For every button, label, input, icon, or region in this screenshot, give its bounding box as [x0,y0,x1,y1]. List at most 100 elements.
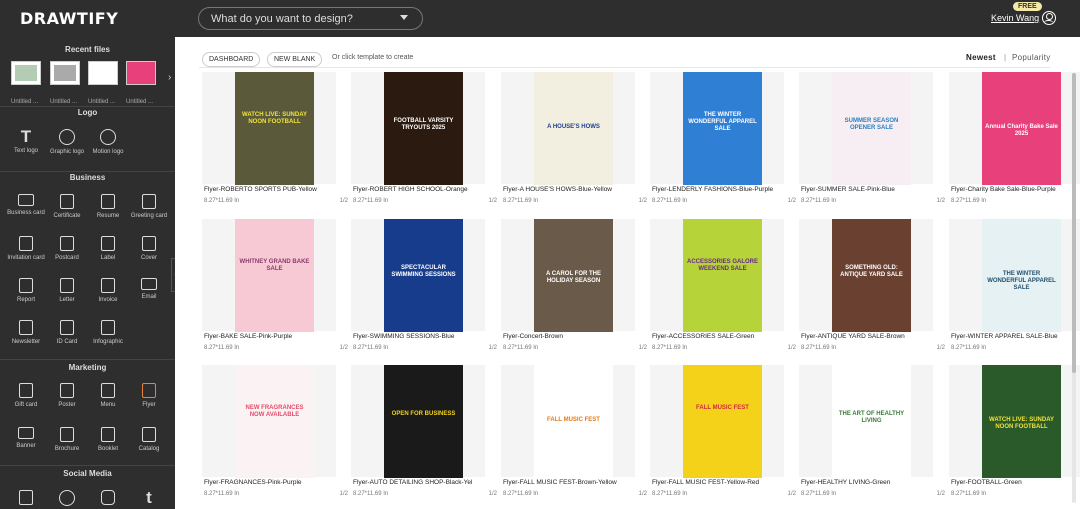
template-thumbnail[interactable]: THE WINTER WONDERFUL APPAREL SALE [982,219,1061,332]
template-thumbnail[interactable]: OPEN FOR BUSINESS [384,365,463,478]
divider [199,67,1050,68]
thumbnail-headline: SPECTACULAR SWIMMING SESSIONS [391,265,456,278]
template-pages: 1/2 [936,345,945,351]
tool-motion-logo[interactable]: Motion logo [88,129,128,155]
plan-badge: FREE [1013,2,1042,11]
template-pages: 1/2 [936,198,945,204]
template-card[interactable]: OPEN FOR BUSINESS Flyer-AUTO DETAILING SH… [351,365,497,497]
template-card[interactable]: WATCH LIVE: SUNDAY NOON FOOTBALL Flyer-RO… [202,72,348,204]
template-pages: 1/2 [936,491,945,497]
template-thumbnail[interactable]: WHITNEY GRAND BAKE SALE [235,219,314,332]
chevron-right-icon[interactable]: › [168,72,171,83]
recent-file-thumb[interactable] [11,61,41,85]
template-card[interactable]: NEW FRAGRANCES NOW AVAILABLE Flyer-FRAGNA… [202,365,348,497]
template-card[interactable]: Annual Charity Bake Sale 2025 Flyer-Chari… [949,72,1080,204]
template-card[interactable]: A HOUSE'S HOWS Flyer-A HOUSE'S HOWS-Blue-… [501,72,647,204]
template-name: Flyer-LENDERLY FASHIONS-Blue-Purple [652,186,774,193]
tool-id-card[interactable]: ID Card [47,320,87,345]
template-card[interactable]: SOMETHING OLD: ANTIQUE YARD SALE Flyer-AN… [799,219,945,351]
template-thumbnail[interactable]: A CAROL FOR THE HOLIDAY SEASON [534,219,613,332]
recent-file-thumb[interactable] [50,61,80,85]
new-blank-button[interactable]: NEW BLANK [267,52,323,67]
template-thumbnail[interactable]: THE ART OF HEALTHY LIVING [832,365,911,478]
template-thumbnail[interactable]: THE WINTER WONDERFUL APPAREL SALE [683,72,762,185]
sort-separator: | [1004,53,1007,62]
template-thumbnail[interactable]: NEW FRAGRANCES NOW AVAILABLE [235,365,314,478]
tool-menu[interactable]: Menu [88,383,128,408]
twitter-icon [59,490,75,506]
template-card[interactable]: SPECTACULAR SWIMMING SESSIONS Flyer-SWIMM… [351,219,497,351]
user-name-link[interactable]: Kevin Wang [991,13,1039,23]
tool-resume[interactable]: Resume [88,194,128,219]
template-card[interactable]: FALL MUSIC FEST Flyer-FALL MUSIC FEST-Bro… [501,365,647,497]
template-size: 8.27*11.69 In [353,198,389,204]
text-t-icon: T [20,127,32,146]
template-card[interactable]: THE WINTER WONDERFUL APPAREL SALE Flyer-L… [650,72,796,204]
tool-brochure[interactable]: Brochure [47,427,87,452]
template-pages: 1/2 [787,345,796,351]
newsletter-icon [19,320,33,335]
tool-booklet[interactable]: Booklet [88,427,128,452]
tool-catalog[interactable]: Catalog [129,427,169,452]
template-card[interactable]: FALL MUSIC FEST Flyer-FALL MUSIC FEST-Yel… [650,365,796,497]
template-card[interactable]: A CAROL FOR THE HOLIDAY SEASON Flyer-Conc… [501,219,647,351]
template-size: 8.27*11.69 In [801,198,837,204]
template-thumbnail[interactable]: SOMETHING OLD: ANTIQUE YARD SALE [832,219,911,332]
recent-file-thumb[interactable] [126,61,156,85]
template-card[interactable]: WHITNEY GRAND BAKE SALE Flyer-BAKE SALE-P… [202,219,348,351]
template-card[interactable]: FOOTBALL VARSITY TRYOUTS 2025 Flyer-ROBER… [351,72,497,204]
tool-infographic[interactable]: Infographic [88,320,128,345]
tool-flyer[interactable]: Flyer [129,383,169,408]
template-thumbnail[interactable]: SUMMER SEASON OPENER SALE [832,72,911,185]
template-card[interactable]: ACCESSORIES GALORE WEEKEND SALE Flyer-ACC… [650,219,796,351]
template-thumbnail[interactable]: FALL MUSIC FEST [534,365,613,478]
template-card[interactable]: WATCH LIVE: SUNDAY NOON FOOTBALL Flyer-FO… [949,365,1080,497]
tool-postcard[interactable]: Postcard [47,236,87,261]
dashboard-button[interactable]: DASHBOARD [202,52,261,67]
template-card[interactable]: SUMMER SEASON OPENER SALE Flyer-SUMMER SA… [799,72,945,204]
tool-invoice[interactable]: Invoice [88,278,128,303]
recent-file-thumb[interactable] [88,61,118,85]
letter-icon [60,278,74,293]
template-card[interactable]: THE ART OF HEALTHY LIVING Flyer-HEALTHY L… [799,365,945,497]
scrollbar-thumb[interactable] [1072,73,1076,373]
tool-graphic-logo[interactable]: Graphic logo [47,129,87,155]
tool-cover[interactable]: Cover [129,236,169,261]
recent-file-label: Untitled ... [11,99,39,105]
design-search-dropdown[interactable]: What do you want to design? [198,7,423,30]
template-size: 8.27*11.69 In [801,345,837,351]
tool-greeting-card[interactable]: Greeting card [129,194,169,219]
tool-report[interactable]: Report [6,278,46,303]
tool-instagram[interactable] [88,490,128,509]
template-thumbnail[interactable]: WATCH LIVE: SUNDAY NOON FOOTBALL [235,72,314,185]
tool-letter[interactable]: Letter [47,278,87,303]
template-thumbnail[interactable]: WATCH LIVE: SUNDAY NOON FOOTBALL [982,365,1061,478]
brochure-icon [60,427,74,442]
template-thumbnail[interactable]: ACCESSORIES GALORE WEEKEND SALE [683,219,762,332]
tool-newsletter[interactable]: Newsletter [6,320,46,345]
template-name: Flyer-SWIMMING SESSIONS-Blue [353,333,455,340]
tool-certificate[interactable]: Certificate [47,194,87,219]
template-thumbnail[interactable]: Annual Charity Bake Sale 2025 [982,72,1061,185]
template-card[interactable]: THE WINTER WONDERFUL APPAREL SALE Flyer-W… [949,219,1080,351]
tool-text-logo[interactable]: T Text logo [6,127,46,154]
tool-facebook[interactable] [6,490,46,509]
template-thumbnail[interactable]: A HOUSE'S HOWS [534,72,613,185]
template-thumbnail[interactable]: FOOTBALL VARSITY TRYOUTS 2025 [384,72,463,185]
tool-poster[interactable]: Poster [47,383,87,408]
sort-popularity[interactable]: Popularity [1012,53,1051,62]
tool-label[interactable]: Label [88,236,128,261]
recent-file-label: Untitled ... [50,99,78,105]
sort-newest[interactable]: Newest [966,53,996,62]
app-logo[interactable]: DRAWTIFY [20,9,118,28]
user-account-icon[interactable] [1042,11,1056,25]
tool-twitter[interactable] [47,490,87,509]
tool-tumblr[interactable]: t [129,489,169,509]
tool-gift-card[interactable]: Gift card [6,383,46,408]
tool-invitation-card[interactable]: Invitation card [6,236,46,261]
tool-banner[interactable]: Banner [6,427,46,449]
tool-business-card[interactable]: Business card [6,194,46,216]
template-thumbnail[interactable]: SPECTACULAR SWIMMING SESSIONS [384,219,463,332]
template-thumbnail[interactable]: FALL MUSIC FEST [683,365,762,478]
tool-email[interactable]: Email [129,278,169,300]
